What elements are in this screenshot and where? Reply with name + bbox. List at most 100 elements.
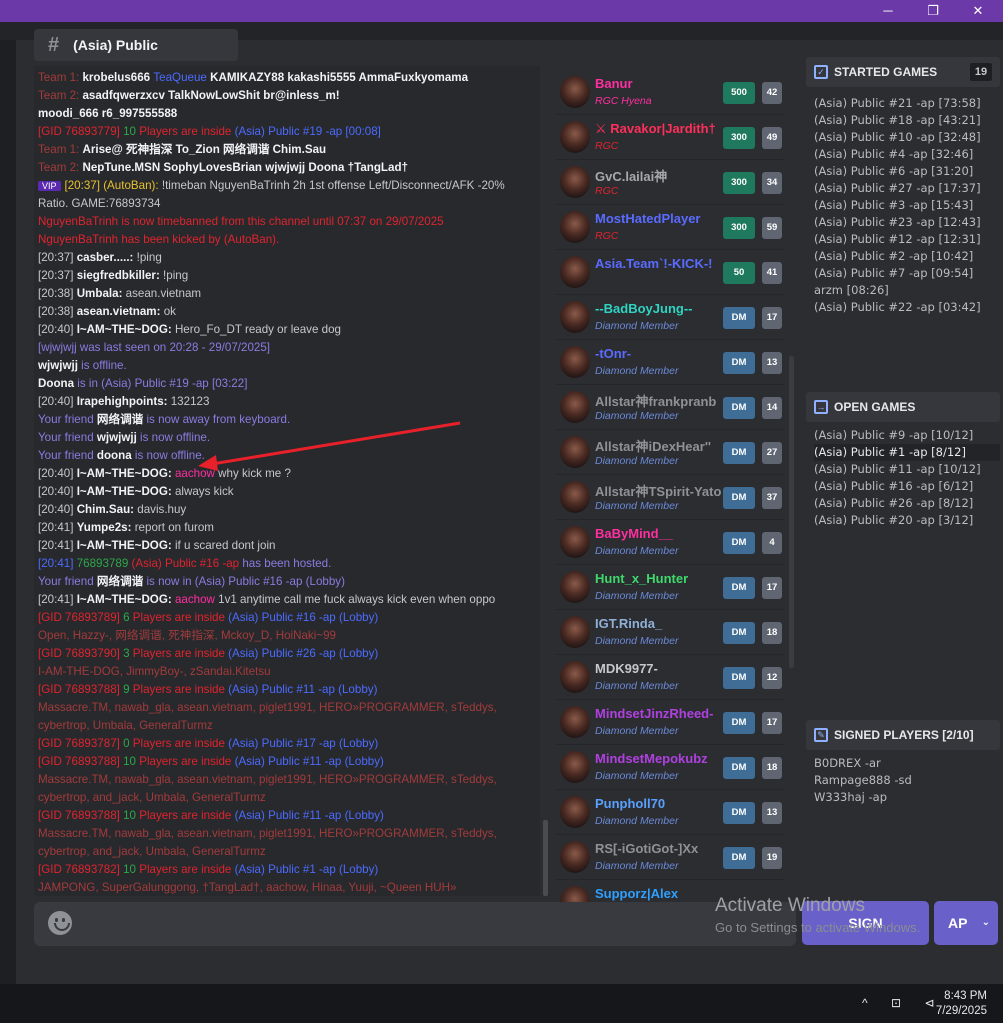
chat-segment: Players are inside bbox=[139, 863, 235, 876]
emoji-icon[interactable] bbox=[48, 911, 72, 935]
player-name: Hunt_x_Hunter bbox=[595, 571, 689, 586]
open-games-list[interactable]: (Asia) Public #9 -ap [10/12] (Asia) Publi… bbox=[814, 427, 1000, 529]
player-badge: DM bbox=[723, 802, 755, 824]
player-row[interactable]: Allstar神frankpranb Diamond Member DM 14 bbox=[556, 385, 785, 430]
player-row[interactable]: Punpholl70 Diamond Member DM 13 bbox=[556, 790, 785, 835]
chat-line: Your friend 网络调谐 is now away from keyboa… bbox=[38, 411, 536, 429]
chat-segment: (Asia) Public #26 -ap (Lobby) bbox=[228, 647, 379, 660]
minimize-button[interactable]: ─ bbox=[865, 0, 911, 22]
chat-segment: JAMPONG, SuperGalunggong, †TangLad†, aac… bbox=[38, 881, 457, 894]
player-level: 37 bbox=[762, 487, 782, 509]
chat-log[interactable]: Team 1: krobelus666 TeaQueue KAMIKAZY88 … bbox=[34, 66, 540, 896]
player-row[interactable]: MindsetJinzRheed- Diamond Member DM 17 bbox=[556, 700, 785, 745]
avatar bbox=[560, 841, 590, 873]
player-name: MindsetMepokubz bbox=[595, 751, 708, 766]
started-games-list[interactable]: (Asia) Public #21 -ap [73:58] (Asia) Publ… bbox=[814, 95, 1000, 316]
player-row[interactable]: Banur RGC Hyena 500 42 bbox=[556, 70, 785, 115]
player-row[interactable]: ⚔ Ravakor|Jardith† RGC 300 49 bbox=[556, 115, 785, 160]
player-name: Allstar神iDexHear'' bbox=[595, 439, 712, 454]
started-game-item[interactable]: (Asia) Public #4 -ap [32:46] bbox=[814, 146, 1000, 163]
chat-scrollbar[interactable] bbox=[543, 820, 548, 896]
open-game-item[interactable]: (Asia) Public #16 -ap [6/12] bbox=[814, 478, 1000, 495]
player-row[interactable]: Hunt_x_Hunter Diamond Member DM 17 bbox=[556, 565, 785, 610]
chat-line: [20:41] Yumpe2s: report on furom bbox=[38, 519, 536, 537]
started-game-item[interactable]: (Asia) Public #18 -ap [43:21] bbox=[814, 112, 1000, 129]
open-game-item[interactable]: (Asia) Public #11 -ap [10/12] bbox=[814, 461, 1000, 478]
chat-segment: Massacre.TM, nawab_gla, asean.vietnam, p… bbox=[38, 773, 497, 786]
chat-line: [GID 76893790] 3 Players are inside (Asi… bbox=[38, 645, 536, 663]
chat-segment: Players are inside bbox=[132, 611, 229, 624]
player-row[interactable]: MostHatedPlayer RGC 300 59 bbox=[556, 205, 785, 250]
started-game-item[interactable]: (Asia) Public #12 -ap [12:31] bbox=[814, 231, 1000, 248]
chat-line: Your friend doona is now offline. bbox=[38, 447, 536, 465]
player-row[interactable]: BaByMind__ Diamond Member DM 4 bbox=[556, 520, 785, 565]
started-game-item[interactable]: (Asia) Public #7 -ap [09:54] bbox=[814, 265, 1000, 282]
chat-segment: [20:37] bbox=[38, 251, 77, 264]
player-row[interactable]: MDK9977- Diamond Member DM 12 bbox=[556, 655, 785, 700]
avatar bbox=[560, 121, 590, 153]
player-badge: 300 bbox=[723, 172, 755, 194]
player-badge: DM bbox=[723, 352, 755, 374]
player-level: 14 bbox=[762, 397, 782, 419]
open-game-item[interactable]: (Asia) Public #9 -ap [10/12] bbox=[814, 427, 1000, 444]
chat-segment: [wjwjwjj was last seen on 20:28 - 29/07/… bbox=[38, 341, 271, 354]
chat-segment: Massacre.TM, nawab_gla, asean.vietnam, p… bbox=[38, 701, 497, 714]
chat-segment: [GID 76893788] bbox=[38, 755, 124, 768]
mode-select[interactable]: AP ⌄ bbox=[934, 901, 998, 945]
chat-segment: is in (Asia) Public #19 -ap [03:22] bbox=[77, 377, 248, 390]
close-button[interactable]: ✕ bbox=[955, 0, 1001, 22]
player-row[interactable]: RS[-iGotiGot-]Xx Diamond Member DM 19 bbox=[556, 835, 785, 880]
chat-segment: 1v1 anytime call me fuck always kick eve… bbox=[218, 593, 496, 606]
player-row[interactable]: Allstar神TSpirit-Yato Diamond Member DM 37 bbox=[556, 475, 785, 520]
player-clan: Diamond Member bbox=[595, 770, 679, 782]
chat-segment: 0 bbox=[123, 737, 133, 750]
system-tray-icons[interactable]: ^ ⊡ ⊲ bbox=[862, 996, 944, 1010]
started-game-item[interactable]: (Asia) Public #27 -ap [17:37] bbox=[814, 180, 1000, 197]
chat-segment: 10 bbox=[123, 809, 140, 822]
started-game-item[interactable]: (Asia) Public #6 -ap [31:20] bbox=[814, 163, 1000, 180]
started-game-item[interactable]: (Asia) Public #3 -ap [15:43] bbox=[814, 197, 1000, 214]
started-game-item[interactable]: (Asia) Public #10 -ap [32:48] bbox=[814, 129, 1000, 146]
taskbar-clock[interactable]: 8:43 PM 7/29/2025 bbox=[936, 989, 987, 1019]
chat-segment: [GID 76893779] bbox=[38, 125, 124, 138]
player-row[interactable]: Asia.Team`!-KICK-! 50 41 bbox=[556, 250, 785, 295]
avatar bbox=[560, 301, 590, 333]
player-row[interactable]: -tOnr- Diamond Member DM 13 bbox=[556, 340, 785, 385]
player-list[interactable]: Banur RGC Hyena 500 42 ⚔ Ravakor|Jardith† RGC… bbox=[556, 70, 785, 920]
chat-line: [GID 76893782] 10 Players are inside (As… bbox=[38, 861, 536, 879]
started-game-item[interactable]: arzm [08:26] bbox=[814, 282, 1000, 299]
player-row[interactable]: Allstar神iDexHear'' Diamond Member DM 27 bbox=[556, 430, 785, 475]
chat-segment: VIP bbox=[38, 181, 61, 191]
player-clan: Diamond Member bbox=[595, 365, 679, 377]
avatar bbox=[560, 616, 590, 648]
player-badge: DM bbox=[723, 532, 755, 554]
chat-segment: (Asia) Public #16 -ap (Lobby) bbox=[228, 611, 379, 624]
open-game-item[interactable]: (Asia) Public #26 -ap [8/12] bbox=[814, 495, 1000, 512]
open-game-item[interactable]: (Asia) Public #1 -ap [8/12] bbox=[814, 444, 1000, 461]
player-list-scrollbar[interactable] bbox=[789, 356, 794, 668]
sign-button[interactable]: SIGN bbox=[802, 901, 929, 945]
message-input[interactable] bbox=[34, 902, 796, 946]
chat-line: [20:41] I~AM~THE~DOG: if u scared dont j… bbox=[38, 537, 536, 555]
open-game-item[interactable]: (Asia) Public #20 -ap [3/12] bbox=[814, 512, 1000, 529]
player-row[interactable]: GvC.lailai神 RGC 300 34 bbox=[556, 160, 785, 205]
player-row[interactable]: IGT.Rinda_ Diamond Member DM 18 bbox=[556, 610, 785, 655]
started-game-item[interactable]: (Asia) Public #23 -ap [12:43] bbox=[814, 214, 1000, 231]
started-game-item[interactable]: (Asia) Public #21 -ap [73:58] bbox=[814, 95, 1000, 112]
chat-segment: Yumpe2s: bbox=[76, 521, 135, 534]
chat-segment: 76893789 bbox=[76, 557, 132, 570]
chat-segment: is now offline. bbox=[134, 449, 205, 462]
restore-button[interactable]: ❐ bbox=[910, 0, 956, 22]
chat-line: Massacre.TM, nawab_gla, asean.vietnam, p… bbox=[38, 699, 536, 717]
player-row[interactable]: --BadBoyJung-- Diamond Member DM 17 bbox=[556, 295, 785, 340]
chat-line: Your friend wjwjwjj is now offline. bbox=[38, 429, 536, 447]
chat-line: [20:41] 76893789 (Asia) Public #16 -ap h… bbox=[38, 555, 536, 573]
started-game-item[interactable]: (Asia) Public #22 -ap [03:42] bbox=[814, 299, 1000, 316]
chat-segment: [GID 76893782] bbox=[38, 863, 124, 876]
player-row[interactable]: MindsetMepokubz Diamond Member DM 18 bbox=[556, 745, 785, 790]
started-game-item[interactable]: (Asia) Public #2 -ap [10:42] bbox=[814, 248, 1000, 265]
clock-date: 7/29/2025 bbox=[935, 1005, 987, 1017]
chat-line: VIP [20:37] (AutoBan): !timeban NguyenBaT… bbox=[38, 177, 536, 195]
signed-game-item: Rampage888 -sd bbox=[814, 773, 912, 787]
chat-segment: is now offline. bbox=[140, 431, 211, 444]
